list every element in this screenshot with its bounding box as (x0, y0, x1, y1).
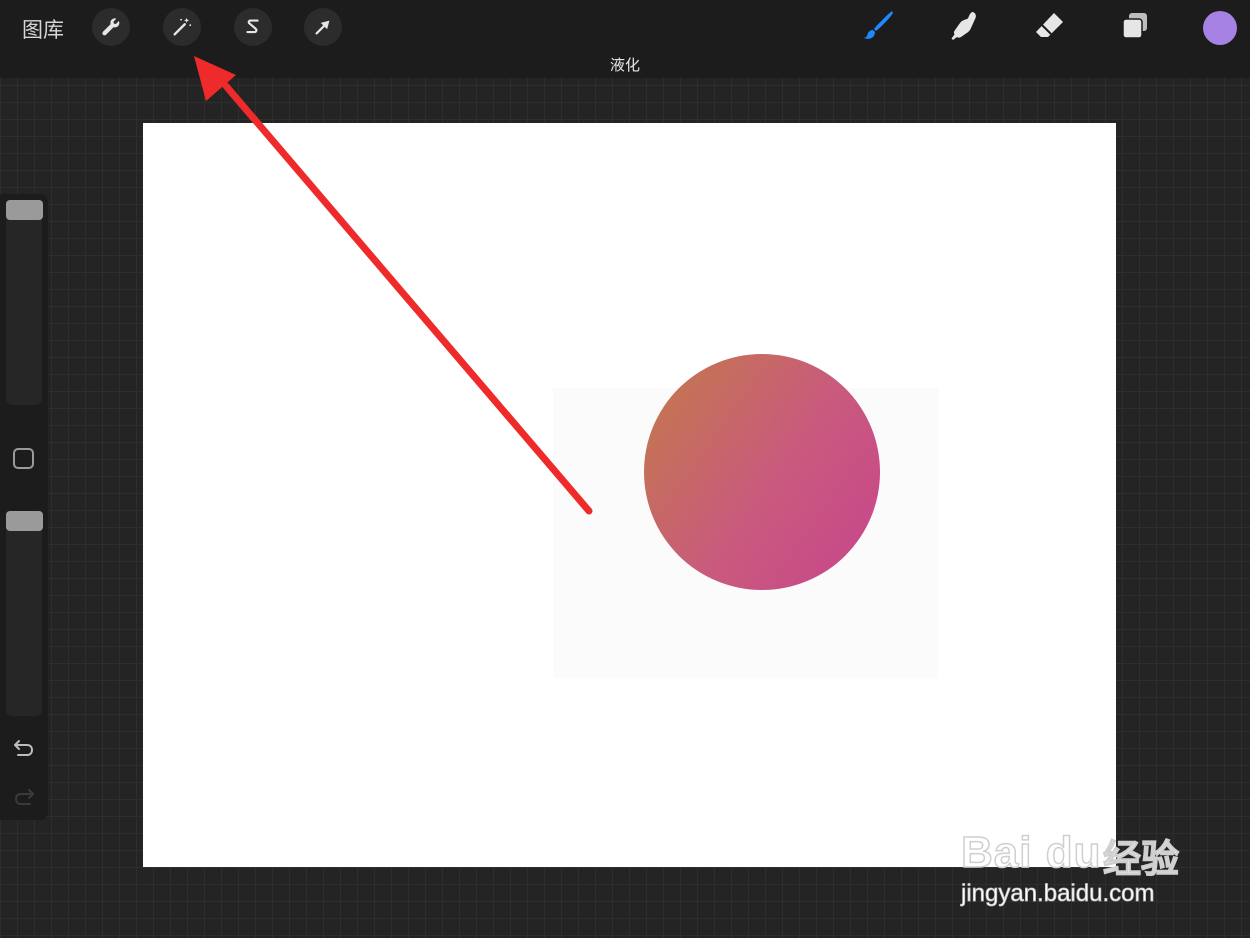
undo-button[interactable] (10, 736, 38, 760)
left-sidebar (0, 194, 48, 820)
eraser-icon (1036, 13, 1063, 37)
modify-button[interactable] (13, 448, 34, 469)
arrow-cursor-icon (315, 20, 330, 35)
brush-size-slider-thumb[interactable] (6, 200, 43, 220)
redo-button[interactable] (10, 785, 38, 809)
watermark-logo-text: Bai du (960, 827, 1102, 878)
magic-wand-icon (173, 17, 192, 36)
undo-icon (14, 740, 34, 756)
opacity-slider[interactable] (6, 512, 42, 716)
transform-button[interactable] (304, 8, 342, 46)
brush-size-slider[interactable] (6, 202, 42, 405)
brush-icon (864, 11, 893, 39)
top-toolbar: 图库 液化 (0, 0, 1250, 78)
opacity-slider-thumb[interactable] (6, 511, 43, 531)
eraser-button[interactable] (1030, 6, 1070, 46)
selection-button[interactable] (234, 8, 272, 46)
selection-s-icon (246, 19, 259, 34)
smudge-button[interactable] (944, 6, 984, 46)
drawing-canvas[interactable] (143, 123, 1116, 867)
redo-icon (14, 789, 34, 805)
watermark-url: jingyan.baidu.com (961, 880, 1155, 908)
layers-button[interactable] (1115, 6, 1155, 46)
brush-button[interactable] (858, 6, 898, 46)
baidu-jingyan-watermark: Bai du 经验 jingyan.baidu.com (955, 800, 1195, 920)
layers-icon (1122, 13, 1147, 39)
wrench-icon (102, 18, 120, 36)
gradient-circle-artwork (644, 354, 880, 590)
color-picker-button[interactable] (1203, 11, 1237, 45)
watermark-cn-text: 经验 (1102, 836, 1180, 881)
actions-button[interactable] (92, 8, 130, 46)
smudge-finger-icon (951, 11, 976, 41)
gallery-button[interactable]: 图库 (22, 14, 64, 44)
active-tool-label: 液化 (609, 56, 640, 74)
adjustments-button[interactable] (163, 8, 201, 46)
